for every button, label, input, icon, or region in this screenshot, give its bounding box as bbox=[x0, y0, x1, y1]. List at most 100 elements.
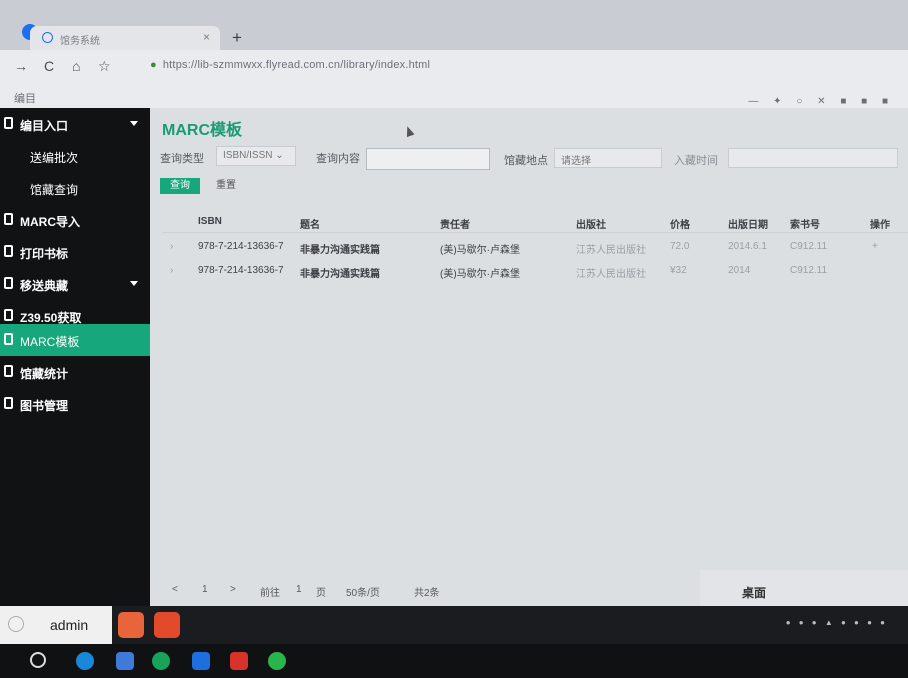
cell-callno: C912.11 bbox=[790, 265, 828, 276]
star-icon[interactable]: ☆ bbox=[98, 58, 111, 75]
expand-icon[interactable]: › bbox=[170, 241, 173, 252]
cell-publisher: 江苏人民出版社 bbox=[576, 245, 646, 256]
cell-price: ¥32 bbox=[670, 265, 687, 276]
col-header-publisher: 出版社 bbox=[576, 220, 606, 231]
cell-title: 非暴力沟通实践篇 bbox=[300, 269, 380, 280]
mouse-cursor-icon bbox=[403, 124, 415, 138]
sidebar-item-marc-template[interactable]: MARC模板 bbox=[0, 324, 150, 356]
url-text: https://lib-szmmwxx.flyread.com.cn/libra… bbox=[162, 59, 431, 71]
sidebar-item-batches[interactable]: 送编批次 bbox=[0, 140, 150, 172]
download-icon bbox=[4, 309, 13, 321]
search-button[interactable]: 查询 bbox=[160, 178, 200, 194]
tab-title: 馆务系统 bbox=[60, 36, 100, 47]
close-tab-icon[interactable]: × bbox=[203, 30, 210, 44]
col-header-pubdate: 出版日期 bbox=[728, 220, 768, 231]
main-panel: MARC模板 查询类型 ISBN/ISSN ⌄ 查询内容 馆藏地点 请选择 入藏… bbox=[150, 108, 908, 606]
os-taskbar bbox=[0, 644, 908, 678]
sidebar-item-holdings-query[interactable]: 馆藏查询 bbox=[0, 172, 150, 204]
page-number[interactable]: 1 bbox=[202, 584, 208, 595]
browser-tabbar: 馆务系统 × + bbox=[0, 0, 908, 50]
sidebar-item-label: MARC模板 bbox=[20, 335, 80, 349]
edge-browser-icon[interactable] bbox=[76, 652, 94, 670]
cell-pubdate: 2014.6.1 bbox=[728, 241, 767, 252]
total-count: 共2条 bbox=[414, 588, 440, 599]
row-action-button[interactable]: + bbox=[872, 241, 878, 252]
app-blue-icon[interactable] bbox=[192, 652, 210, 670]
user-area[interactable]: admin bbox=[0, 606, 112, 644]
sidebar-item-book-management[interactable]: 图书管理 bbox=[0, 388, 150, 420]
sidebar-item-label: 馆藏查询 bbox=[30, 183, 79, 197]
globe-icon bbox=[42, 32, 53, 43]
sidebar-item-label: 编目入口 bbox=[20, 119, 69, 133]
lock-icon: ● bbox=[150, 59, 157, 71]
page-unit-label: 页 bbox=[316, 588, 326, 599]
table-row[interactable]: › 978-7-214-13636-7 非暴力沟通实践篇 (美)马歇尔·卢森堡 … bbox=[150, 236, 908, 258]
next-page-button[interactable]: > bbox=[230, 584, 236, 595]
location-label: 馆藏地点 bbox=[504, 155, 548, 167]
sidebar-item-label: 送编批次 bbox=[30, 151, 79, 165]
sidebar-item-transfer[interactable]: 移送典藏 bbox=[0, 268, 150, 300]
table-row[interactable]: › 978-7-214-13636-7 非暴力沟通实践篇 (美)马歇尔·卢森堡 … bbox=[150, 260, 908, 282]
file-explorer-icon[interactable] bbox=[116, 652, 134, 670]
sidebar-item-label: 图书管理 bbox=[20, 399, 69, 413]
desktop-panel: 桌面 bbox=[700, 570, 908, 606]
sidebar-item-print-labels[interactable]: 打印书标 bbox=[0, 236, 150, 268]
reset-button[interactable]: 重置 bbox=[206, 178, 246, 194]
sidebar-item-label: 馆藏统计 bbox=[20, 367, 69, 381]
app-icon-orange[interactable] bbox=[118, 612, 144, 638]
prev-page-button[interactable]: < bbox=[172, 584, 178, 595]
browser-tab[interactable]: 馆务系统 × bbox=[30, 26, 220, 50]
new-tab-button[interactable]: + bbox=[232, 28, 242, 48]
query-content-input[interactable] bbox=[366, 148, 490, 170]
bookmark-item[interactable]: 编目 bbox=[14, 90, 36, 106]
system-tray[interactable]: ● ● ● ▲ ● ● ● ● bbox=[786, 618, 888, 627]
toolbar-icons[interactable]: — ✦ ○ ✕ ■ ■ ■ bbox=[748, 96, 894, 107]
template-icon bbox=[4, 333, 13, 345]
sidebar-item-label: 移送典藏 bbox=[20, 279, 69, 293]
query-content-label: 查询内容 bbox=[316, 153, 360, 165]
catalog-icon bbox=[4, 117, 13, 129]
query-type-label: 查询类型 bbox=[160, 153, 204, 165]
cell-isbn: 978-7-214-13636-7 bbox=[198, 241, 284, 252]
page-size-select[interactable]: 50条/页 bbox=[346, 584, 380, 599]
date-range-picker[interactable] bbox=[728, 148, 898, 168]
col-header-price: 价格 bbox=[670, 220, 690, 231]
transfer-icon bbox=[4, 277, 13, 289]
date-label: 入藏时间 bbox=[674, 155, 718, 167]
import-icon bbox=[4, 213, 13, 225]
query-type-select[interactable]: ISBN/ISSN ⌄ bbox=[216, 146, 296, 166]
cell-pubdate: 2014 bbox=[728, 265, 751, 276]
sidebar-item-label: 打印书标 bbox=[20, 247, 69, 261]
page-title: MARC模板 bbox=[162, 122, 242, 139]
wps-icon[interactable] bbox=[230, 652, 248, 670]
back-icon[interactable]: → bbox=[14, 58, 28, 74]
search-icon[interactable] bbox=[30, 652, 46, 668]
location-value: 请选择 bbox=[561, 156, 591, 167]
goto-page-input[interactable]: 1 bbox=[296, 584, 302, 595]
expand-icon[interactable]: › bbox=[170, 265, 173, 276]
location-select[interactable]: 请选择 bbox=[554, 148, 662, 168]
goto-label: 前往 bbox=[260, 588, 280, 599]
sidebar-item-statistics[interactable]: 馆藏统计 bbox=[0, 356, 150, 388]
sidebar-item-marc-import[interactable]: MARC导入 bbox=[0, 204, 150, 236]
app-dock: admin ● ● ● ▲ ● ● ● ● bbox=[0, 606, 908, 644]
reload-icon[interactable]: C bbox=[44, 58, 54, 74]
sidebar-item-catalog-entry[interactable]: 编目入口 bbox=[0, 108, 150, 140]
chevron-down-icon bbox=[130, 281, 138, 286]
col-header-author: 责任者 bbox=[440, 220, 470, 231]
col-header-callno: 索书号 bbox=[790, 220, 820, 231]
cell-price: 72.0 bbox=[670, 241, 690, 252]
book-icon bbox=[4, 397, 13, 409]
avatar bbox=[8, 616, 24, 632]
cell-author: (美)马歇尔·卢森堡 bbox=[440, 269, 520, 280]
wechat-icon[interactable] bbox=[268, 652, 286, 670]
home-icon[interactable]: ⌂ bbox=[72, 58, 80, 74]
address-bar[interactable]: ● https://lib-szmmwxx.flyread.com.cn/libr… bbox=[150, 59, 430, 71]
app-icon-grid[interactable] bbox=[154, 612, 180, 638]
browser-navbar: → C ⌂ ☆ ● https://lib-szmmwxx.flyread.com… bbox=[0, 50, 908, 86]
sidebar-item-label: MARC导入 bbox=[20, 215, 80, 229]
cell-author: (美)马歇尔·卢森堡 bbox=[440, 245, 520, 256]
desktop-label[interactable]: 桌面 bbox=[742, 584, 766, 601]
browser-360-icon[interactable] bbox=[152, 652, 170, 670]
col-header-actions: 操作 bbox=[870, 220, 890, 231]
